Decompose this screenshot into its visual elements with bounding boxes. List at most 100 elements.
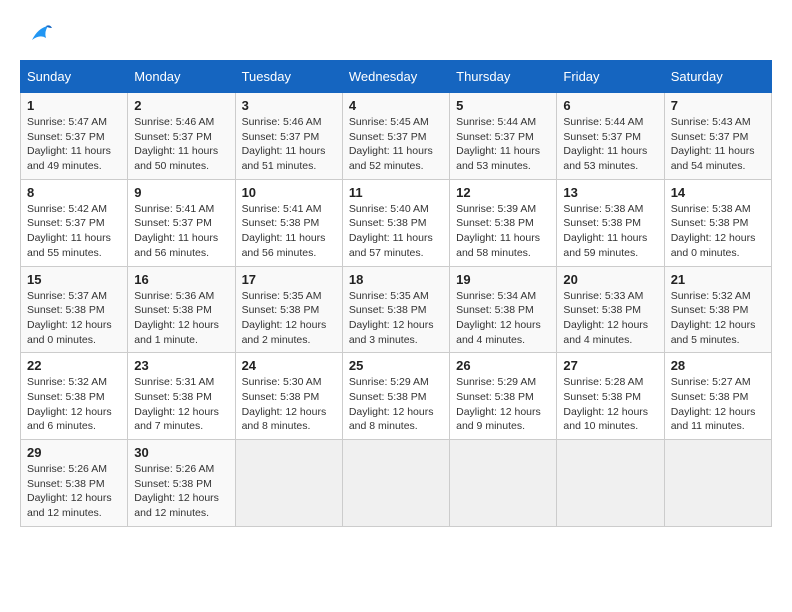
calendar-week-row: 8 Sunrise: 5:42 AM Sunset: 5:37 PM Dayli… xyxy=(21,179,772,266)
calendar-week-row: 15 Sunrise: 5:37 AM Sunset: 5:38 PM Dayl… xyxy=(21,266,772,353)
day-info: Sunrise: 5:30 AM Sunset: 5:38 PM Dayligh… xyxy=(242,375,336,434)
day-number: 17 xyxy=(242,272,336,287)
day-number: 12 xyxy=(456,185,550,200)
day-number: 2 xyxy=(134,98,228,113)
day-info: Sunrise: 5:44 AM Sunset: 5:37 PM Dayligh… xyxy=(456,115,550,174)
calendar-day-cell: 16 Sunrise: 5:36 AM Sunset: 5:38 PM Dayl… xyxy=(128,266,235,353)
day-info: Sunrise: 5:35 AM Sunset: 5:38 PM Dayligh… xyxy=(242,289,336,348)
calendar-day-cell: 1 Sunrise: 5:47 AM Sunset: 5:37 PM Dayli… xyxy=(21,93,128,180)
day-number: 5 xyxy=(456,98,550,113)
day-number: 15 xyxy=(27,272,121,287)
day-info: Sunrise: 5:35 AM Sunset: 5:38 PM Dayligh… xyxy=(349,289,443,348)
day-number: 29 xyxy=(27,445,121,460)
day-number: 3 xyxy=(242,98,336,113)
calendar-day-cell: 15 Sunrise: 5:37 AM Sunset: 5:38 PM Dayl… xyxy=(21,266,128,353)
day-info: Sunrise: 5:31 AM Sunset: 5:38 PM Dayligh… xyxy=(134,375,228,434)
day-number: 20 xyxy=(563,272,657,287)
calendar-day-cell: 26 Sunrise: 5:29 AM Sunset: 5:38 PM Dayl… xyxy=(450,353,557,440)
day-info: Sunrise: 5:29 AM Sunset: 5:38 PM Dayligh… xyxy=(456,375,550,434)
calendar-day-cell: 21 Sunrise: 5:32 AM Sunset: 5:38 PM Dayl… xyxy=(664,266,771,353)
day-number: 14 xyxy=(671,185,765,200)
day-info: Sunrise: 5:27 AM Sunset: 5:38 PM Dayligh… xyxy=(671,375,765,434)
calendar-day-cell: 14 Sunrise: 5:38 AM Sunset: 5:38 PM Dayl… xyxy=(664,179,771,266)
day-number: 6 xyxy=(563,98,657,113)
calendar-day-cell: 30 Sunrise: 5:26 AM Sunset: 5:38 PM Dayl… xyxy=(128,440,235,527)
day-number: 9 xyxy=(134,185,228,200)
day-number: 19 xyxy=(456,272,550,287)
day-info: Sunrise: 5:34 AM Sunset: 5:38 PM Dayligh… xyxy=(456,289,550,348)
calendar-day-cell: 9 Sunrise: 5:41 AM Sunset: 5:37 PM Dayli… xyxy=(128,179,235,266)
day-number: 26 xyxy=(456,358,550,373)
calendar-day-cell: 29 Sunrise: 5:26 AM Sunset: 5:38 PM Dayl… xyxy=(21,440,128,527)
calendar-day-cell: 23 Sunrise: 5:31 AM Sunset: 5:38 PM Dayl… xyxy=(128,353,235,440)
page-header xyxy=(20,20,772,50)
day-number: 1 xyxy=(27,98,121,113)
calendar-day-cell: 20 Sunrise: 5:33 AM Sunset: 5:38 PM Dayl… xyxy=(557,266,664,353)
day-number: 16 xyxy=(134,272,228,287)
calendar-day-cell: 22 Sunrise: 5:32 AM Sunset: 5:38 PM Dayl… xyxy=(21,353,128,440)
calendar-day-cell: 28 Sunrise: 5:27 AM Sunset: 5:38 PM Dayl… xyxy=(664,353,771,440)
day-info: Sunrise: 5:36 AM Sunset: 5:38 PM Dayligh… xyxy=(134,289,228,348)
calendar-day-cell: 24 Sunrise: 5:30 AM Sunset: 5:38 PM Dayl… xyxy=(235,353,342,440)
calendar-day-cell: 17 Sunrise: 5:35 AM Sunset: 5:38 PM Dayl… xyxy=(235,266,342,353)
day-number: 21 xyxy=(671,272,765,287)
day-number: 7 xyxy=(671,98,765,113)
day-info: Sunrise: 5:39 AM Sunset: 5:38 PM Dayligh… xyxy=(456,202,550,261)
calendar-table: SundayMondayTuesdayWednesdayThursdayFrid… xyxy=(20,60,772,527)
calendar-day-cell: 10 Sunrise: 5:41 AM Sunset: 5:38 PM Dayl… xyxy=(235,179,342,266)
day-info: Sunrise: 5:38 AM Sunset: 5:38 PM Dayligh… xyxy=(671,202,765,261)
calendar-week-row: 1 Sunrise: 5:47 AM Sunset: 5:37 PM Dayli… xyxy=(21,93,772,180)
weekday-header: Wednesday xyxy=(342,61,449,93)
calendar-day-cell xyxy=(664,440,771,527)
calendar-day-cell: 4 Sunrise: 5:45 AM Sunset: 5:37 PM Dayli… xyxy=(342,93,449,180)
day-info: Sunrise: 5:26 AM Sunset: 5:38 PM Dayligh… xyxy=(27,462,121,521)
calendar-day-cell: 25 Sunrise: 5:29 AM Sunset: 5:38 PM Dayl… xyxy=(342,353,449,440)
calendar-day-cell xyxy=(450,440,557,527)
weekday-header: Friday xyxy=(557,61,664,93)
day-info: Sunrise: 5:44 AM Sunset: 5:37 PM Dayligh… xyxy=(563,115,657,174)
weekday-header: Thursday xyxy=(450,61,557,93)
day-info: Sunrise: 5:42 AM Sunset: 5:37 PM Dayligh… xyxy=(27,202,121,261)
day-number: 28 xyxy=(671,358,765,373)
day-info: Sunrise: 5:29 AM Sunset: 5:38 PM Dayligh… xyxy=(349,375,443,434)
day-number: 27 xyxy=(563,358,657,373)
day-info: Sunrise: 5:32 AM Sunset: 5:38 PM Dayligh… xyxy=(27,375,121,434)
calendar-day-cell xyxy=(235,440,342,527)
calendar-day-cell xyxy=(342,440,449,527)
calendar-day-cell: 8 Sunrise: 5:42 AM Sunset: 5:37 PM Dayli… xyxy=(21,179,128,266)
weekday-header: Saturday xyxy=(664,61,771,93)
calendar-day-cell: 12 Sunrise: 5:39 AM Sunset: 5:38 PM Dayl… xyxy=(450,179,557,266)
day-number: 13 xyxy=(563,185,657,200)
calendar-day-cell: 5 Sunrise: 5:44 AM Sunset: 5:37 PM Dayli… xyxy=(450,93,557,180)
day-info: Sunrise: 5:32 AM Sunset: 5:38 PM Dayligh… xyxy=(671,289,765,348)
day-info: Sunrise: 5:46 AM Sunset: 5:37 PM Dayligh… xyxy=(134,115,228,174)
day-number: 30 xyxy=(134,445,228,460)
calendar-week-row: 22 Sunrise: 5:32 AM Sunset: 5:38 PM Dayl… xyxy=(21,353,772,440)
day-info: Sunrise: 5:43 AM Sunset: 5:37 PM Dayligh… xyxy=(671,115,765,174)
calendar-day-cell: 2 Sunrise: 5:46 AM Sunset: 5:37 PM Dayli… xyxy=(128,93,235,180)
day-info: Sunrise: 5:41 AM Sunset: 5:37 PM Dayligh… xyxy=(134,202,228,261)
day-info: Sunrise: 5:40 AM Sunset: 5:38 PM Dayligh… xyxy=(349,202,443,261)
weekday-header: Monday xyxy=(128,61,235,93)
calendar-day-cell: 13 Sunrise: 5:38 AM Sunset: 5:38 PM Dayl… xyxy=(557,179,664,266)
day-number: 10 xyxy=(242,185,336,200)
day-info: Sunrise: 5:45 AM Sunset: 5:37 PM Dayligh… xyxy=(349,115,443,174)
calendar-day-cell: 27 Sunrise: 5:28 AM Sunset: 5:38 PM Dayl… xyxy=(557,353,664,440)
day-number: 8 xyxy=(27,185,121,200)
calendar-day-cell xyxy=(557,440,664,527)
day-info: Sunrise: 5:47 AM Sunset: 5:37 PM Dayligh… xyxy=(27,115,121,174)
day-number: 11 xyxy=(349,185,443,200)
day-number: 24 xyxy=(242,358,336,373)
day-number: 4 xyxy=(349,98,443,113)
calendar-week-row: 29 Sunrise: 5:26 AM Sunset: 5:38 PM Dayl… xyxy=(21,440,772,527)
calendar-day-cell: 19 Sunrise: 5:34 AM Sunset: 5:38 PM Dayl… xyxy=(450,266,557,353)
logo xyxy=(20,20,54,50)
day-info: Sunrise: 5:28 AM Sunset: 5:38 PM Dayligh… xyxy=(563,375,657,434)
weekday-header: Sunday xyxy=(21,61,128,93)
day-number: 22 xyxy=(27,358,121,373)
day-number: 23 xyxy=(134,358,228,373)
day-info: Sunrise: 5:26 AM Sunset: 5:38 PM Dayligh… xyxy=(134,462,228,521)
calendar-header: SundayMondayTuesdayWednesdayThursdayFrid… xyxy=(21,61,772,93)
day-info: Sunrise: 5:37 AM Sunset: 5:38 PM Dayligh… xyxy=(27,289,121,348)
calendar-day-cell: 3 Sunrise: 5:46 AM Sunset: 5:37 PM Dayli… xyxy=(235,93,342,180)
